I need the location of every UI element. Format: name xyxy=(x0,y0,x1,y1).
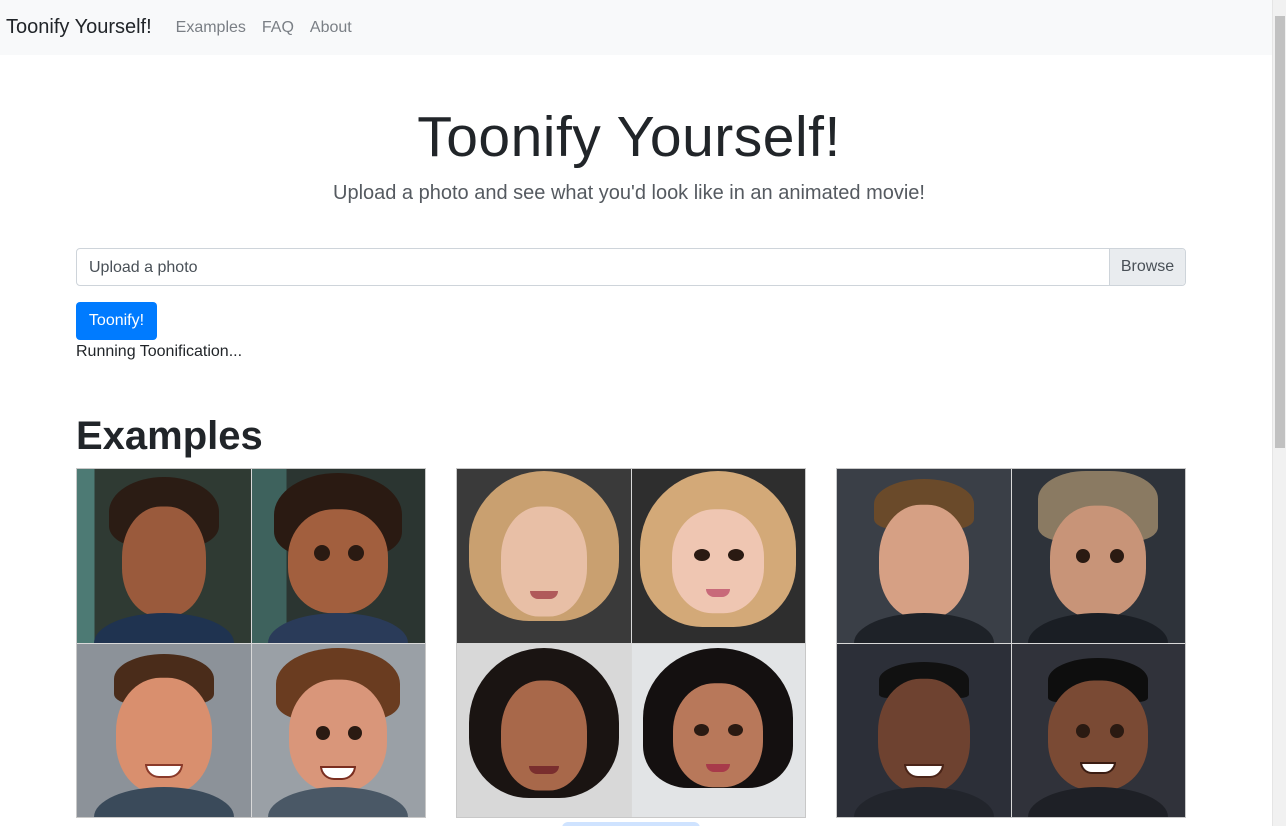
example-image-1 xyxy=(76,468,426,818)
nav-link-examples[interactable]: Examples xyxy=(176,19,246,37)
upload-label: Upload a photo xyxy=(89,259,198,276)
example-photo xyxy=(837,469,1011,643)
example-image-2 xyxy=(456,468,806,818)
scrollbar-thumb[interactable] xyxy=(1275,16,1285,448)
navbar: Toonify Yourself! Examples FAQ About xyxy=(0,0,1272,55)
example-photo xyxy=(457,469,631,643)
partial-button[interactable] xyxy=(562,822,700,826)
example-toon xyxy=(251,643,425,817)
example-image-3 xyxy=(836,468,1186,818)
example-toon xyxy=(251,469,425,643)
example-toon xyxy=(631,469,805,643)
page-title: Toonify Yourself! xyxy=(417,105,841,169)
page-scrollbar[interactable] xyxy=(1272,0,1286,826)
example-photo xyxy=(77,469,251,643)
example-photo xyxy=(837,643,1011,817)
example-photo xyxy=(77,643,251,817)
nav-link-faq[interactable]: FAQ xyxy=(262,19,294,37)
example-toon xyxy=(1011,469,1185,643)
status-text: Running Toonification... xyxy=(76,343,243,360)
examples-heading: Examples xyxy=(76,414,263,458)
example-photo xyxy=(457,643,631,817)
page-subtitle: Upload a photo and see what you'd look l… xyxy=(333,182,925,204)
photo-upload-field[interactable]: Upload a photo Browse xyxy=(76,248,1186,286)
browse-button[interactable]: Browse xyxy=(1109,249,1185,285)
nav-link-about[interactable]: About xyxy=(310,19,352,37)
example-toon xyxy=(631,643,805,817)
brand-link[interactable]: Toonify Yourself! xyxy=(6,16,152,39)
example-toon xyxy=(1011,643,1185,817)
toonify-button[interactable]: Toonify! xyxy=(76,302,157,340)
